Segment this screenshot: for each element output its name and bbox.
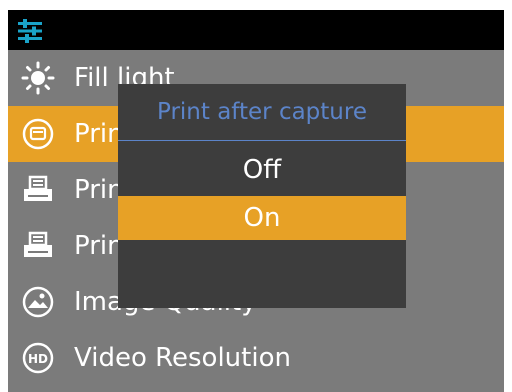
menu-item-video-resolution[interactable]: HD Video Resolution <box>8 330 504 386</box>
dialog-title: Print after capture <box>157 99 367 125</box>
image-quality-icon <box>16 280 60 324</box>
settings-sliders-icon[interactable] <box>16 19 44 47</box>
menu-item-label: Video Resolution <box>74 343 291 373</box>
dialog-divider <box>118 140 406 141</box>
option-on[interactable]: On <box>118 196 406 240</box>
printer-icon <box>16 224 60 268</box>
sun-icon <box>16 56 60 100</box>
print-capture-icon <box>16 112 60 156</box>
printer-icon <box>16 168 60 212</box>
print-after-capture-dialog: Print after capture Off On <box>118 84 406 308</box>
camera-settings-screen: Fill light Print after capture Print <box>8 10 504 392</box>
svg-text:HD: HD <box>28 352 48 366</box>
top-bar <box>8 10 504 50</box>
option-off[interactable]: Off <box>118 148 406 192</box>
hd-icon: HD <box>16 336 60 380</box>
